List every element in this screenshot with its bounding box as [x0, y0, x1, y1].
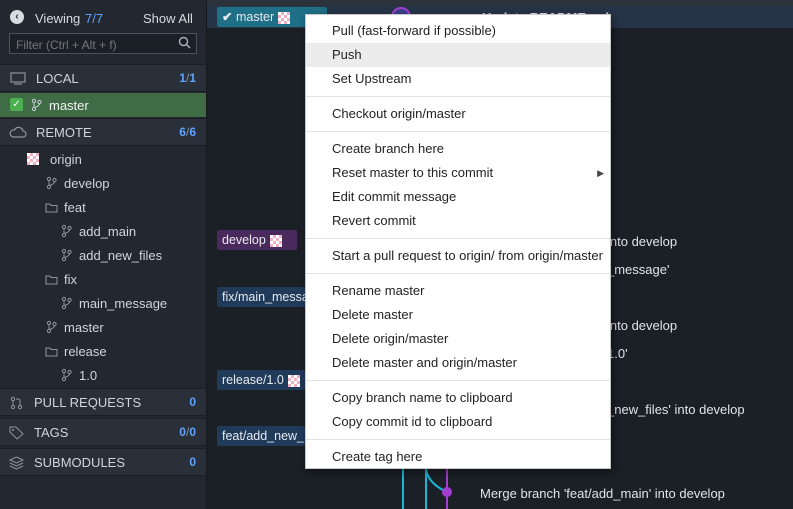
menu-item-copy-commit[interactable]: Copy commit id to clipboard	[306, 410, 610, 434]
menu-item-create-tag[interactable]: Create tag here	[306, 445, 610, 469]
menu-item-create-branch[interactable]: Create branch here	[306, 137, 610, 161]
menu-item-copy-branch[interactable]: Copy branch name to clipboard	[306, 386, 610, 410]
pull-request-icon	[10, 396, 23, 413]
origin-label: origin	[50, 151, 82, 167]
pull-requests-section-header[interactable]: PULL REQUESTS 0	[0, 388, 206, 416]
filter-input[interactable]	[14, 35, 178, 54]
checkbox-checked-icon: ✓	[10, 98, 23, 111]
menu-item-delete[interactable]: Delete master	[306, 303, 610, 327]
branch-icon	[61, 224, 72, 241]
tags-label: TAGS	[34, 424, 69, 440]
remote-folder-feat[interactable]: feat	[0, 195, 206, 219]
commit-message[interactable]: _message'	[607, 262, 669, 277]
menu-item-checkout[interactable]: Checkout origin/master	[306, 102, 610, 126]
menu-item-reset-label: Reset master to this commit	[332, 165, 494, 180]
commit-message[interactable]: into develop	[607, 234, 677, 249]
origin-avatar-icon	[27, 153, 39, 165]
menu-item-start-pr[interactable]: Start a pull request to origin/ from ori…	[306, 244, 610, 268]
commit-message[interactable]: Merge branch 'feat/add_main' into develo…	[480, 486, 725, 501]
submodules-label: SUBMODULES	[34, 454, 126, 470]
show-all-button[interactable]: Show All	[143, 11, 193, 26]
layers-icon	[8, 456, 25, 473]
local-section-header[interactable]: LOCAL 1/1	[0, 64, 206, 92]
branch-icon	[61, 248, 72, 265]
fix-label: fix	[64, 271, 77, 287]
branch-icon	[61, 368, 72, 385]
left-sidebar: ‹ Viewing 7/7 Show All LOCAL 1/1 ✓ maste…	[0, 0, 207, 509]
viewing-label: Viewing	[35, 11, 81, 26]
branch-context-menu: Pull (fast-forward if possible) Push Set…	[305, 14, 611, 469]
remote-folder-release[interactable]: release	[0, 339, 206, 363]
remote-label: REMOTE	[36, 124, 92, 140]
remote-folder-fix[interactable]: fix	[0, 267, 206, 291]
menu-item-pull[interactable]: Pull (fast-forward if possible)	[306, 19, 610, 43]
branch-icon	[31, 98, 42, 115]
tags-count: 0/0	[179, 425, 196, 439]
remote-origin[interactable]: origin	[0, 147, 206, 171]
search-icon	[178, 36, 191, 52]
folder-icon	[45, 201, 58, 216]
remote-branch-develop[interactable]: develop	[0, 171, 206, 195]
remote-count: 6/6	[179, 125, 196, 139]
menu-separator	[306, 380, 610, 381]
remote-section-header[interactable]: REMOTE 6/6	[0, 118, 206, 146]
viewing-count: 7/7	[85, 11, 104, 26]
viewing-header: ‹ Viewing 7/7 Show All	[0, 0, 206, 36]
release-label: release	[64, 343, 107, 359]
add-new-files-label: add_new_files	[79, 247, 163, 263]
branch-icon	[46, 176, 57, 193]
commit-message[interactable]: into develop	[607, 318, 677, 333]
menu-item-revert[interactable]: Revert commit	[306, 209, 610, 233]
branch-icon	[46, 320, 57, 337]
menu-separator	[306, 439, 610, 440]
submodules-count: 0	[189, 455, 196, 469]
menu-separator	[306, 273, 610, 274]
local-branch-label: master	[49, 97, 89, 113]
menu-item-set-upstream[interactable]: Set Upstream	[306, 67, 610, 91]
submodules-section-header[interactable]: SUBMODULES 0	[0, 448, 206, 476]
menu-item-push[interactable]: Push	[306, 43, 610, 67]
develop-label: develop	[64, 175, 110, 191]
menu-separator	[306, 96, 610, 97]
pull-requests-label: PULL REQUESTS	[34, 394, 142, 410]
remote-branch-master[interactable]: master	[0, 315, 206, 339]
submenu-arrow-icon: ▶	[597, 168, 604, 178]
main-message-label: main_message	[79, 295, 168, 311]
menu-item-rename[interactable]: Rename master	[306, 279, 610, 303]
commit-message[interactable]: _new_files' into develop	[607, 402, 745, 417]
folder-icon	[45, 345, 58, 360]
tag-icon	[9, 426, 24, 443]
local-label: LOCAL	[36, 70, 79, 86]
feat-label: feat	[64, 199, 86, 215]
menu-item-reset[interactable]: Reset master to this commit ▶	[306, 161, 610, 185]
remote-branch-add-main[interactable]: add_main	[0, 219, 206, 243]
computer-icon	[10, 72, 26, 88]
remote-branch-main-message[interactable]: main_message	[0, 291, 206, 315]
add-main-label: add_main	[79, 223, 137, 239]
local-count: 1/1	[179, 71, 196, 85]
collapse-left-icon[interactable]: ‹	[10, 10, 24, 24]
branch-icon	[61, 296, 72, 313]
pull-requests-count: 0	[189, 395, 196, 409]
v1-label: 1.0	[79, 367, 98, 383]
local-branch-master[interactable]: ✓ master	[0, 93, 206, 117]
menu-item-edit-message[interactable]: Edit commit message	[306, 185, 610, 209]
folder-icon	[45, 273, 58, 288]
menu-item-delete-origin[interactable]: Delete origin/master	[306, 327, 610, 351]
remote-branch-1-0[interactable]: 1.0	[0, 363, 206, 387]
menu-separator	[306, 238, 610, 239]
remote-branch-add-new-files[interactable]: add_new_files	[0, 243, 206, 267]
remote-master-label: master	[64, 319, 104, 335]
tags-section-header[interactable]: TAGS 0/0	[0, 418, 206, 446]
cloud-icon	[9, 126, 27, 141]
filter-box[interactable]	[9, 33, 197, 54]
menu-separator	[306, 131, 610, 132]
menu-item-delete-both[interactable]: Delete master and origin/master	[306, 351, 610, 375]
